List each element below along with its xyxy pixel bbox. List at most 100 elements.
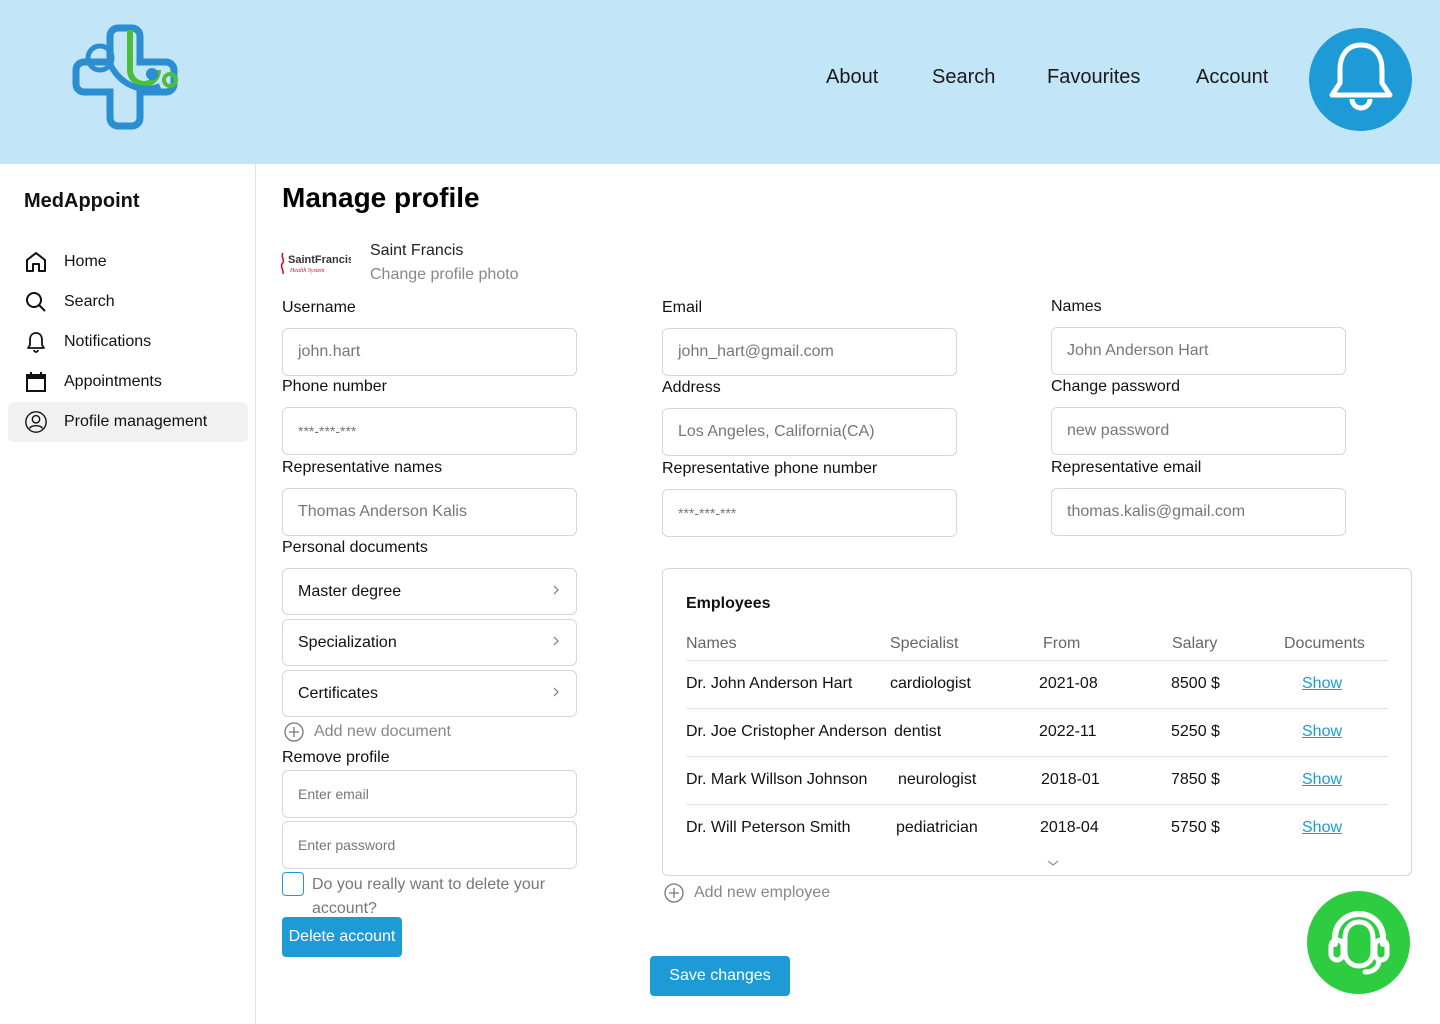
chevron-right-icon bbox=[551, 685, 561, 703]
organization-logo[interactable]: SaintFrancis Health System bbox=[279, 250, 354, 276]
phone-label: Phone number bbox=[282, 378, 387, 395]
column-header-documents: Documents bbox=[1284, 635, 1365, 652]
column-header-names: Names bbox=[686, 635, 737, 652]
employee-salary: 8500 $ bbox=[1171, 675, 1220, 692]
representative-email-field[interactable]: thomas.kalis@gmail.com bbox=[1051, 488, 1346, 536]
chevron-right-icon bbox=[551, 634, 561, 652]
show-documents-link[interactable]: Show bbox=[1302, 675, 1342, 693]
sidebar-item-label: Appointments bbox=[64, 373, 162, 390]
address-label: Address bbox=[662, 379, 721, 396]
show-documents-link[interactable]: Show bbox=[1302, 723, 1342, 741]
organization-name: Saint Francis bbox=[370, 242, 464, 259]
document-item-certificates[interactable]: Certificates bbox=[282, 670, 577, 717]
add-document-button[interactable]: Add new document bbox=[284, 722, 451, 742]
email-label: Email bbox=[662, 299, 703, 316]
employee-specialist: cardiologist bbox=[890, 675, 971, 692]
document-item-master-degree[interactable]: Master degree bbox=[282, 568, 577, 615]
logo-wordmark: SaintFrancis bbox=[288, 254, 351, 266]
representative-names-field[interactable]: Thomas Anderson Kalis bbox=[282, 488, 577, 536]
headset-icon bbox=[1319, 900, 1399, 985]
employee-name: Dr. Joe Cristopher Anderson bbox=[686, 723, 887, 740]
delete-account-button[interactable]: Delete account bbox=[282, 917, 402, 957]
representative-email-label: Representative email bbox=[1051, 459, 1202, 476]
confirm-delete-checkbox[interactable] bbox=[282, 872, 304, 896]
support-chat-button[interactable] bbox=[1307, 891, 1410, 994]
show-documents-link[interactable]: Show bbox=[1302, 819, 1342, 837]
employee-specialist: pediatrician bbox=[896, 819, 978, 836]
employee-name: Dr. Will Peterson Smith bbox=[686, 819, 851, 836]
sidebar-item-label: Profile management bbox=[64, 413, 208, 430]
employee-name: Dr. Mark Willson Johnson bbox=[686, 771, 868, 788]
sidebar-item-label: Search bbox=[64, 293, 115, 310]
nav-search[interactable]: Search bbox=[932, 66, 995, 89]
plus-circle-icon bbox=[664, 883, 684, 903]
logo-subtitle: Health System bbox=[289, 268, 325, 274]
add-employee-label: Add new employee bbox=[694, 884, 831, 901]
search-icon bbox=[24, 290, 48, 314]
bell-icon bbox=[24, 330, 48, 354]
page-title: Manage profile bbox=[282, 182, 480, 213]
table-divider bbox=[686, 756, 1388, 757]
delete-password-field[interactable]: Enter password bbox=[282, 821, 577, 869]
add-employee-button[interactable]: Add new employee bbox=[664, 883, 830, 903]
save-changes-button[interactable]: Save changes bbox=[650, 956, 790, 996]
employee-salary: 5250 $ bbox=[1171, 723, 1220, 740]
sidebar-item-label: Home bbox=[64, 253, 107, 270]
employee-specialist: dentist bbox=[894, 723, 942, 741]
sidebar-item-appointments[interactable]: Appointments bbox=[8, 362, 248, 402]
sidebar-item-label: Notifications bbox=[64, 333, 152, 350]
app-logo[interactable] bbox=[70, 24, 180, 132]
sidebar-item-search[interactable]: Search bbox=[8, 282, 248, 322]
employee-specialist: neurologist bbox=[898, 771, 977, 788]
employee-salary: 5750 $ bbox=[1171, 819, 1220, 836]
column-header-salary: Salary bbox=[1172, 635, 1218, 652]
new-password-field[interactable]: new password bbox=[1051, 407, 1346, 455]
add-document-label: Add new document bbox=[314, 723, 451, 740]
employee-salary: 7850 $ bbox=[1171, 771, 1220, 788]
employee-name: Dr. John Anderson Hart bbox=[686, 675, 853, 692]
table-divider bbox=[686, 660, 1388, 661]
user-circle-icon bbox=[24, 410, 48, 434]
show-documents-link[interactable]: Show bbox=[1302, 771, 1342, 789]
document-label: Certificates bbox=[298, 684, 379, 702]
document-label: Master degree bbox=[298, 582, 402, 600]
nav-account[interactable]: Account bbox=[1196, 66, 1268, 89]
employee-from: 2018-01 bbox=[1041, 771, 1100, 788]
sidebar-item-home[interactable]: Home bbox=[8, 242, 248, 282]
home-icon bbox=[24, 250, 48, 274]
bell-icon bbox=[1326, 39, 1396, 120]
chevron-down-icon[interactable] bbox=[1046, 855, 1060, 866]
employee-from: 2021-08 bbox=[1039, 675, 1098, 692]
representative-phone-label: Representative phone number bbox=[662, 460, 878, 477]
column-header-from: From bbox=[1043, 635, 1081, 652]
calendar-icon bbox=[24, 370, 48, 394]
address-field[interactable]: Los Angeles, California(CA) bbox=[662, 408, 957, 456]
document-label: Specialization bbox=[298, 633, 397, 651]
delete-email-field[interactable]: Enter email bbox=[282, 770, 577, 818]
names-field[interactable]: John Anderson Hart bbox=[1051, 327, 1346, 375]
document-item-specialization[interactable]: Specialization bbox=[282, 619, 577, 666]
phone-field[interactable]: ***-***-*** bbox=[282, 407, 577, 455]
employee-from: 2022-11 bbox=[1039, 723, 1097, 740]
table-divider bbox=[686, 708, 1388, 709]
username-field[interactable]: john.hart bbox=[282, 328, 577, 376]
nav-about[interactable]: About bbox=[826, 66, 878, 89]
names-label: Names bbox=[1051, 298, 1102, 315]
plus-circle-icon bbox=[284, 722, 304, 742]
sidebar-item-profile-management[interactable]: Profile management bbox=[8, 402, 248, 442]
change-password-label: Change password bbox=[1051, 378, 1180, 395]
chevron-right-icon bbox=[551, 583, 561, 601]
employee-from: 2018-04 bbox=[1040, 819, 1099, 836]
email-field[interactable]: john_hart@gmail.com bbox=[662, 328, 957, 376]
change-profile-photo-link[interactable]: Change profile photo bbox=[370, 266, 519, 284]
nav-favourites[interactable]: Favourites bbox=[1047, 66, 1140, 89]
notifications-button[interactable] bbox=[1309, 28, 1412, 131]
column-header-specialist: Specialist bbox=[890, 635, 959, 652]
username-label: Username bbox=[282, 299, 356, 316]
brand-name: MedAppoint bbox=[24, 190, 140, 212]
representative-names-label: Representative names bbox=[282, 459, 443, 476]
representative-phone-field[interactable]: ***-***-*** bbox=[662, 489, 957, 537]
employees-title: Employees bbox=[686, 595, 771, 612]
remove-profile-label: Remove profile bbox=[282, 749, 390, 766]
sidebar-item-notifications[interactable]: Notifications bbox=[8, 322, 248, 362]
